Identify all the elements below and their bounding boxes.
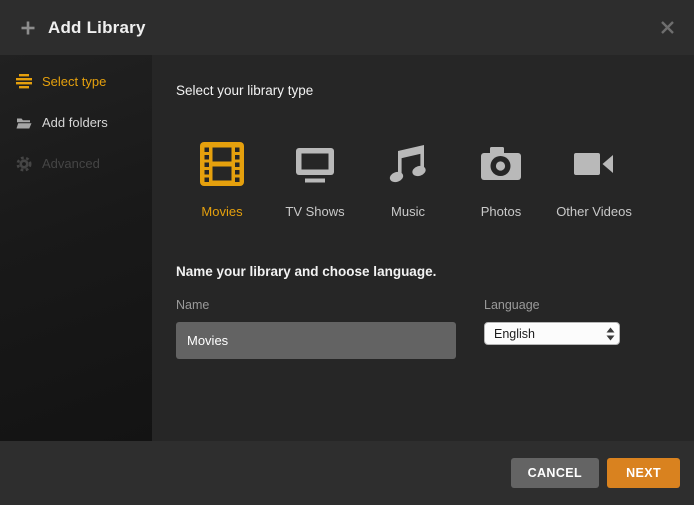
fields-row: Name Language English — [176, 298, 670, 359]
library-type-row: Movies TV Shows — [176, 142, 670, 219]
cancel-button[interactable]: CANCEL — [511, 458, 599, 488]
name-language-heading: Name your library and choose language. — [176, 264, 670, 279]
library-type-tv-shows[interactable]: TV Shows — [279, 142, 351, 219]
dialog-footer: CANCEL NEXT — [0, 441, 694, 505]
language-field-group: Language English — [484, 298, 620, 359]
library-type-label: Other Videos — [556, 204, 632, 219]
language-select[interactable]: English — [484, 322, 620, 345]
sidebar-item-advanced[interactable]: Advanced — [0, 143, 152, 184]
library-type-label: Photos — [481, 204, 521, 219]
name-field-group: Name — [176, 298, 456, 359]
library-type-other-videos[interactable]: Other Videos — [558, 142, 630, 219]
library-type-label: TV Shows — [285, 204, 344, 219]
gear-icon — [16, 156, 32, 171]
main-panel: Select your library type — [152, 55, 694, 441]
music-note-icon — [386, 142, 430, 191]
name-field-label: Name — [176, 298, 456, 312]
close-icon[interactable] — [656, 17, 678, 39]
video-camera-icon — [572, 142, 616, 191]
camera-icon — [479, 142, 523, 191]
library-type-label: Music — [391, 204, 425, 219]
library-type-label: Movies — [201, 204, 242, 219]
sidebar: Select type Add folders Advanced — [0, 55, 152, 441]
sidebar-item-label: Select type — [42, 74, 106, 89]
library-name-input[interactable] — [176, 322, 456, 359]
select-type-lines-icon — [16, 74, 32, 89]
library-type-heading: Select your library type — [176, 83, 670, 98]
plus-icon — [20, 20, 36, 36]
dialog-title: Add Library — [48, 18, 146, 38]
add-library-dialog: Add Library Select type — [0, 0, 694, 505]
language-field-label: Language — [484, 298, 620, 312]
library-type-music[interactable]: Music — [372, 142, 444, 219]
library-type-photos[interactable]: Photos — [465, 142, 537, 219]
dialog-header: Add Library — [0, 0, 694, 55]
sidebar-item-add-folders[interactable]: Add folders — [0, 102, 152, 143]
sidebar-item-label: Advanced — [42, 156, 100, 171]
sidebar-item-label: Add folders — [42, 115, 108, 130]
language-select-value: English — [494, 327, 535, 341]
select-arrows-icon — [606, 327, 615, 341]
next-button[interactable]: NEXT — [607, 458, 680, 488]
library-type-movies[interactable]: Movies — [186, 142, 258, 219]
tv-icon — [293, 142, 337, 191]
folder-icon — [16, 115, 32, 130]
sidebar-item-select-type[interactable]: Select type — [0, 61, 152, 102]
film-icon — [200, 142, 244, 191]
